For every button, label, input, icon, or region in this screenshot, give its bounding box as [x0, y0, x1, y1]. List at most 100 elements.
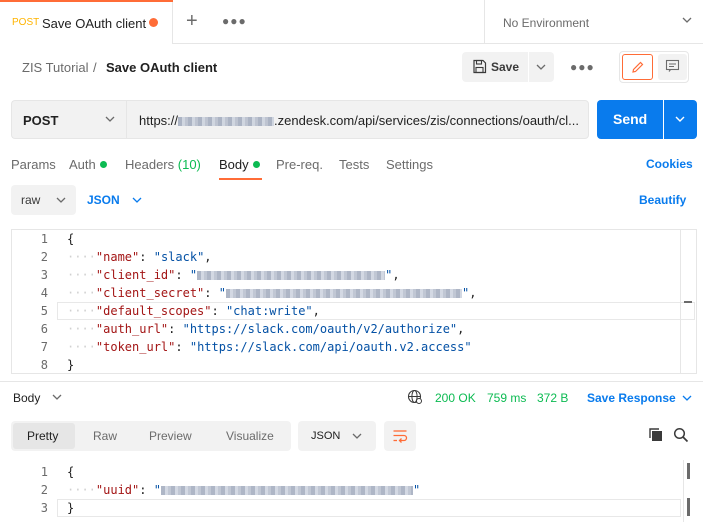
save-label: Save [491, 60, 520, 74]
response-section-select[interactable]: Body [13, 391, 40, 405]
json-value: "https://slack.com/api/oauth.v2.access" [189, 340, 472, 354]
tab-headers[interactable]: Headers (10) [125, 157, 201, 172]
url-suffix: .zendesk.com/api/services/zis/connection… [274, 113, 579, 128]
code-line: ····"uuid": " " [67, 483, 421, 497]
request-tab[interactable]: POST Save OAuth client [0, 0, 173, 44]
code-line: ····"auth_url": "https://slack.com/oauth… [67, 322, 465, 336]
json-key: "client_id" [95, 268, 176, 282]
json-value-quote-open: " [153, 483, 161, 497]
tab-settings[interactable]: Settings [386, 157, 433, 172]
view-mode-visualize[interactable]: Visualize [226, 429, 274, 443]
more-actions-icon[interactable]: ●●● [570, 60, 595, 74]
json-key: "name" [95, 250, 140, 264]
search-icon[interactable] [673, 427, 689, 443]
save-response-button[interactable]: Save Response [587, 391, 676, 405]
response-scrollbar-thumb[interactable] [687, 498, 690, 516]
tab-pre-request[interactable]: Pre-req. [276, 157, 323, 172]
breadcrumb-collection[interactable]: ZIS Tutorial [22, 60, 88, 75]
url-prefix: https:// [139, 113, 179, 128]
chevron-down-icon [56, 197, 66, 203]
json-key: "token_url" [95, 340, 176, 354]
pencil-icon [632, 61, 644, 73]
response-size[interactable]: 372 B [537, 391, 568, 405]
environment-selector[interactable]: No Environment [484, 0, 703, 44]
send-options-dropdown[interactable] [664, 100, 697, 139]
send-button[interactable]: Send [597, 100, 663, 139]
json-value: "slack" [153, 250, 205, 264]
tab-more-icon[interactable]: ●●● [222, 14, 247, 28]
response-time[interactable]: 759 ms [487, 391, 526, 405]
headers-count: (10) [177, 157, 201, 172]
save-disk-icon [473, 59, 487, 74]
response-format-select[interactable]: JSON [298, 421, 376, 451]
save-options-dropdown[interactable] [529, 52, 554, 82]
response-scrollbar-thumb[interactable] [687, 463, 690, 479]
view-mode-preview[interactable]: Preview [149, 429, 192, 443]
chevron-down-icon [352, 433, 362, 439]
tab-body[interactable]: Body [219, 157, 260, 172]
line-number: 5 [40, 304, 48, 318]
line-number: 3 [40, 268, 48, 282]
wrap-lines-button[interactable] [384, 421, 416, 451]
tab-title: Save OAuth client [42, 16, 147, 31]
breadcrumb-separator: / [93, 60, 97, 75]
view-mode-pretty[interactable]: Pretty [27, 429, 58, 443]
json-key: "uuid" [95, 483, 140, 497]
redacted-client-id [197, 271, 386, 280]
tab-method-label: POST [12, 17, 40, 28]
edit-mode-button[interactable] [622, 54, 653, 80]
breadcrumb-current[interactable]: Save OAuth client [106, 60, 217, 75]
beautify-link[interactable]: Beautify [639, 193, 686, 207]
tab-params[interactable]: Params [11, 157, 56, 172]
json-value: "chat:write" [225, 304, 313, 318]
tab-auth[interactable]: Auth [69, 157, 107, 172]
globe-icon[interactable] [407, 389, 423, 405]
new-tab-plus-icon[interactable]: + [186, 10, 198, 33]
view-mode-raw[interactable]: Raw [93, 429, 117, 443]
line-number: 2 [40, 250, 48, 264]
save-button[interactable]: Save [462, 52, 528, 82]
environment-label: No Environment [503, 16, 590, 30]
tab-body-label: Body [219, 157, 249, 172]
editor-scrollbar-thumb[interactable] [684, 301, 692, 303]
method-select[interactable]: POST [11, 100, 126, 139]
redacted-subdomain [178, 117, 275, 126]
response-divider[interactable] [0, 381, 703, 382]
body-mode-label: raw [21, 193, 41, 207]
response-status[interactable]: 200 OK [435, 391, 476, 405]
json-value-quote-open: " [218, 286, 226, 300]
code-line: ····"name": "slack", [67, 250, 212, 264]
response-view-mode: Pretty Raw Preview Visualize [11, 421, 291, 451]
line-number: 4 [40, 286, 48, 300]
url-input[interactable]: https:// .zendesk.com/api/services/zis/co… [126, 100, 589, 139]
line-number: 6 [40, 322, 48, 336]
cookies-link[interactable]: Cookies [646, 157, 693, 171]
documentation-button[interactable] [658, 54, 687, 80]
line-number: 3 [40, 501, 48, 515]
copy-icon[interactable] [648, 427, 664, 443]
body-language-select[interactable]: JSON [87, 193, 120, 207]
tab-tests[interactable]: Tests [339, 157, 369, 172]
chevron-down-icon[interactable] [51, 391, 63, 403]
chevron-down-icon[interactable] [131, 194, 143, 206]
code-line: ····"client_secret": " ", [67, 286, 477, 300]
json-value: "https://slack.com/oauth/v2/authorize" [182, 322, 458, 336]
json-key: "client_secret" [95, 286, 205, 300]
line-number: 7 [40, 340, 48, 354]
line-number: 2 [40, 483, 48, 497]
chevron-down-icon[interactable] [681, 392, 693, 404]
tab-bar: POST Save OAuth client + ●●● No Environm… [0, 0, 703, 44]
line-number: 1 [40, 232, 48, 246]
code-line: { [67, 465, 75, 479]
current-line-highlight [57, 499, 681, 517]
json-value-quote-close: " [412, 483, 421, 497]
redacted-uuid [160, 486, 413, 495]
wrap-lines-icon [393, 430, 408, 443]
method-label: POST [23, 113, 59, 128]
response-scrollbar-track[interactable] [683, 460, 684, 522]
body-mode-select[interactable]: raw [11, 185, 76, 215]
active-tab-underline [219, 178, 262, 180]
auth-set-dot-icon [99, 161, 107, 168]
unsaved-dot-icon [149, 18, 158, 27]
json-value-quote-open: " [189, 268, 198, 282]
